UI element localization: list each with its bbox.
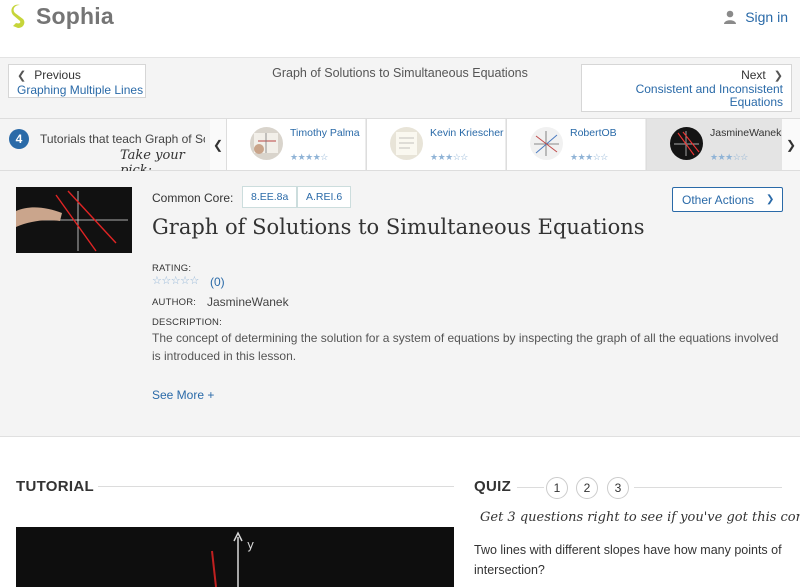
current-lesson-title: Graph of Solutions to Simultaneous Equat… — [272, 66, 528, 80]
tutorial-card-robertob[interactable]: RobertOB ★★★☆☆ — [506, 119, 645, 170]
tutorial-author: RobertOB — [570, 127, 617, 139]
chevron-right-icon: ❯ — [785, 137, 797, 152]
sophia-logo-icon — [11, 4, 25, 28]
tutorials-label: Tutorials that teach Graph of So — [40, 132, 205, 146]
tutorial-title: Graph of Solutions to Simultaneous Equat… — [152, 215, 645, 239]
svg-text:y: y — [247, 538, 254, 552]
next-button[interactable]: Next ❯ Consistent and Inconsistent Equati… — [581, 64, 792, 112]
tutorial-video-thumbnail[interactable] — [16, 187, 132, 253]
tutorial-avatar — [250, 127, 283, 160]
standard-badge-arei6[interactable]: A.REI.6 — [297, 186, 352, 208]
sign-in-label: Sign in — [745, 9, 788, 25]
tutorial-rating-stars: ★★★☆☆ — [430, 152, 468, 162]
rating-stars[interactable]: ☆☆☆☆☆ — [152, 274, 199, 287]
quiz-question-1[interactable]: 1 — [546, 477, 568, 499]
tutorial-author: Kevin Kriescher — [430, 127, 504, 139]
tutorial-avatar — [390, 127, 423, 160]
author-name: JasmineWanek — [207, 295, 289, 309]
sophia-logo[interactable]: Sophia — [10, 3, 114, 30]
quiz-tagline: Get 3 questions right to see if you've g… — [480, 510, 800, 525]
tutorial-details: Common Core: 8.EE.8a A.REI.6 Other Actio… — [0, 171, 800, 437]
description-text: The concept of determining the solution … — [152, 331, 779, 363]
tutorial-card-kevin-kriescher[interactable]: Kevin Kriescher ★★★☆☆ — [366, 119, 505, 170]
standard-badge-8ee8a[interactable]: 8.EE.8a — [242, 186, 298, 208]
next-label: Next — [741, 68, 766, 82]
sign-in-link[interactable]: Sign in — [724, 9, 788, 25]
carousel-next-arrow[interactable]: ❯ — [782, 119, 800, 170]
tutorial-card-timothy-palma[interactable]: Timothy Palma ★★★★☆ — [226, 119, 365, 170]
quiz-heading: QUIZ — [474, 478, 512, 495]
previous-label: Previous — [34, 68, 81, 82]
tutorial-rating-stars: ★★★☆☆ — [570, 152, 608, 162]
chevron-left-icon: ❮ — [212, 137, 224, 152]
quiz-question-3[interactable]: 3 — [607, 477, 629, 499]
rating-count[interactable]: (0) — [210, 275, 225, 289]
tutorial-avatar — [530, 127, 563, 160]
tutorial-rating-stars: ★★★★☆ — [290, 152, 328, 162]
common-core-label: Common Core: — [152, 191, 234, 205]
tutorial-avatar — [670, 127, 703, 160]
brand-name: Sophia — [36, 3, 114, 29]
other-actions-label: Other Actions — [682, 192, 755, 207]
next-title: Consistent and Inconsistent Equations — [635, 82, 783, 109]
chevron-right-icon: ❯ — [773, 69, 783, 82]
rating-label: RATING: — [152, 263, 192, 274]
tutorial-card-jasminewanek[interactable]: JasmineWanek ★★★☆☆ — [646, 119, 785, 170]
quiz-question-text: Two lines with different slopes have how… — [474, 543, 782, 577]
tutorial-rating-stars: ★★★☆☆ — [710, 152, 748, 162]
tutorial-author: Timothy Palma — [290, 127, 360, 139]
previous-button[interactable]: ❮ Previous Graphing Multiple Lines — [8, 64, 146, 98]
quiz-divider — [634, 487, 782, 488]
quiz-divider — [517, 487, 544, 488]
tutorial-video-player[interactable]: y — [16, 527, 454, 587]
quiz-question-2[interactable]: 2 — [576, 477, 598, 499]
site-header: Sophia Sign in — [0, 0, 800, 58]
tutorials-strip: 4 Tutorials that teach Graph of So Take … — [0, 118, 800, 178]
tutorials-intro: 4 Tutorials that teach Graph of So Take … — [0, 119, 210, 178]
chevron-down-icon: ❯ — [766, 194, 775, 205]
tutorial-heading-divider — [98, 486, 454, 487]
previous-title: Graphing Multiple Lines — [17, 83, 144, 97]
tutorials-count-badge: 4 — [9, 129, 29, 149]
see-more-link[interactable]: See More + — [152, 388, 214, 402]
tutorial-author: JasmineWanek — [710, 127, 782, 139]
tutorial-heading: TUTORIAL — [16, 478, 94, 495]
user-icon — [724, 10, 737, 24]
other-actions-button[interactable]: Other Actions ❯ — [672, 187, 783, 212]
chevron-left-icon: ❮ — [17, 69, 27, 82]
description-label: DESCRIPTION: — [152, 317, 222, 328]
author-label: AUTHOR: — [152, 297, 197, 308]
lesson-nav: ❮ Previous Graphing Multiple Lines Graph … — [0, 58, 800, 118]
carousel-prev-arrow[interactable]: ❮ — [210, 119, 226, 170]
